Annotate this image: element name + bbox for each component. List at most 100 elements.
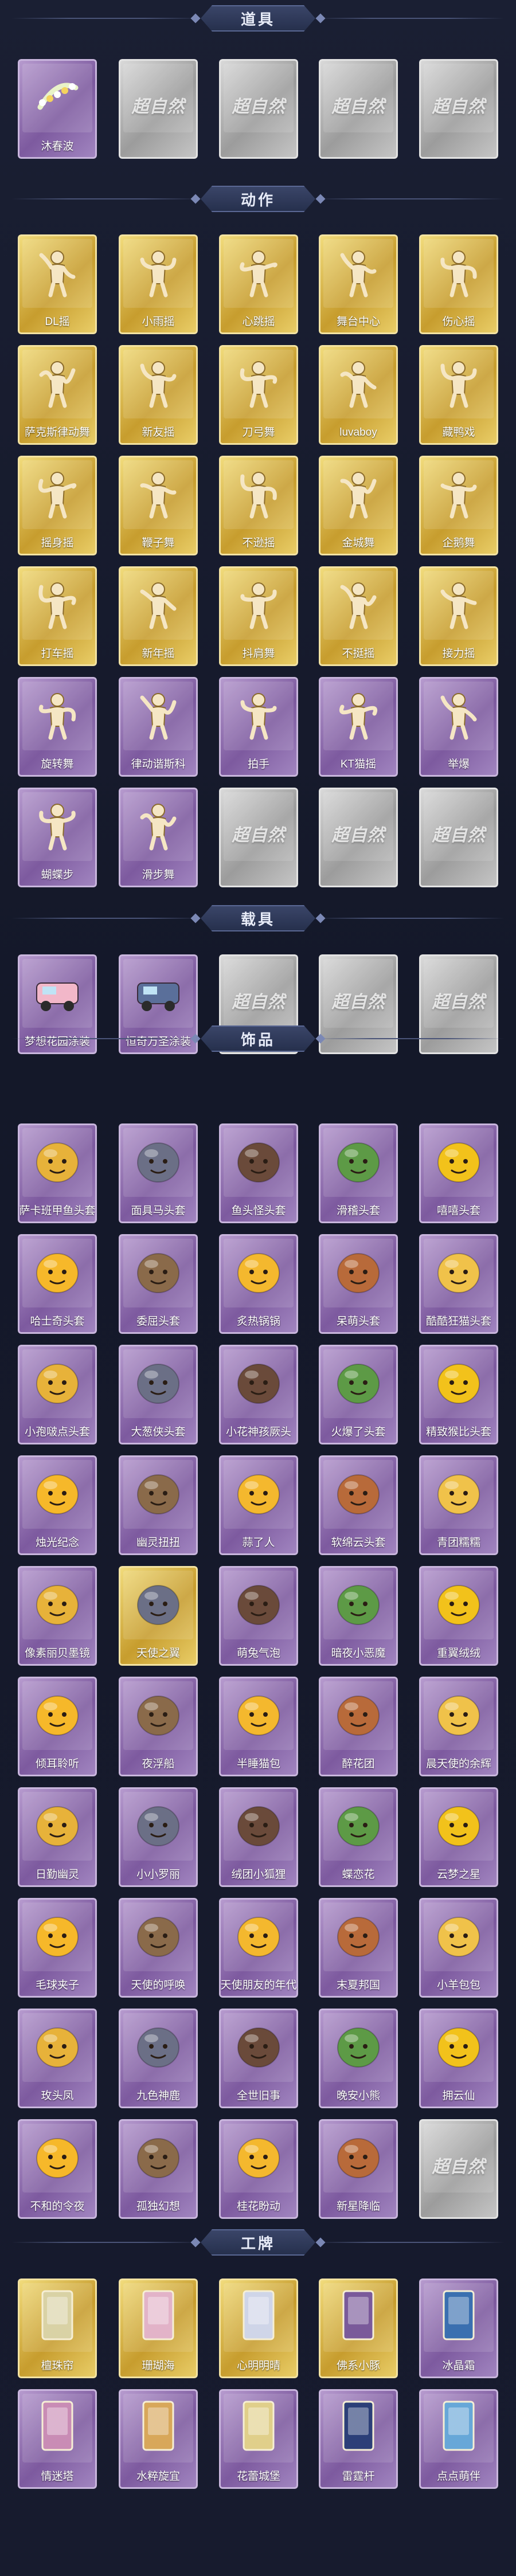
collection-item[interactable]: 情迷塔: [18, 2389, 97, 2489]
collection-item[interactable]: 软绵云头套: [319, 1455, 398, 1555]
collection-item[interactable]: 玫头凤: [18, 2009, 97, 2108]
collection-item[interactable]: 鞭子舞: [119, 456, 198, 555]
collection-item[interactable]: 不挺摇: [319, 566, 398, 666]
collection-item[interactable]: 天使朋友的年代: [219, 1898, 298, 1998]
collection-item[interactable]: 旋转舞: [18, 677, 97, 777]
collection-item[interactable]: 超自然: [219, 788, 298, 887]
collection-item[interactable]: 倾耳聆听: [18, 1677, 97, 1776]
collection-item[interactable]: 萨卡班甲鱼头套: [18, 1123, 97, 1223]
collection-item[interactable]: 心明明晴: [219, 2279, 298, 2378]
collection-item[interactable]: 心跳摇: [219, 234, 298, 334]
collection-item[interactable]: 嘻嘻头套: [419, 1123, 498, 1223]
card-glyph: [142, 2290, 174, 2340]
collection-item[interactable]: 藏鸭戏: [419, 345, 498, 445]
collection-item[interactable]: 半睡猫包: [219, 1677, 298, 1776]
collection-item[interactable]: 蝶恋花: [319, 1787, 398, 1887]
collection-item[interactable]: 云梦之星: [419, 1787, 498, 1887]
collection-item[interactable]: 孤独幻想: [119, 2119, 198, 2219]
collection-item[interactable]: 雷霆杆: [319, 2389, 398, 2489]
collection-item[interactable]: 夜浮船: [119, 1677, 198, 1776]
collection-item[interactable]: 不逊摇: [219, 456, 298, 555]
collection-item[interactable]: 冰晶霜: [419, 2279, 498, 2378]
collection-item[interactable]: 珊瑚海: [119, 2279, 198, 2378]
collection-item[interactable]: 超自然: [319, 788, 398, 887]
collection-item[interactable]: 暗夜小恶魔: [319, 1566, 398, 1666]
collection-item[interactable]: 拍手: [219, 677, 298, 777]
diamond-ornament-icon: [315, 194, 326, 204]
collection-item[interactable]: 摇身摇: [18, 456, 97, 555]
collection-item[interactable]: 晚安小熊: [319, 2009, 398, 2108]
collection-item[interactable]: 超自然: [119, 59, 198, 159]
collection-item[interactable]: 抖肩舞: [219, 566, 298, 666]
collection-item[interactable]: DL摇: [18, 234, 97, 334]
collection-item[interactable]: 鱼头怪头套: [219, 1123, 298, 1223]
collection-item[interactable]: 超自然: [419, 59, 498, 159]
collection-item[interactable]: 檀珠帘: [18, 2279, 97, 2378]
collection-item[interactable]: 晨天使的余辉: [419, 1677, 498, 1776]
collection-item[interactable]: KT猫摇: [319, 677, 398, 777]
collection-item[interactable]: 花蕾城堡: [219, 2389, 298, 2489]
collection-item[interactable]: 桂花盼动: [219, 2119, 298, 2219]
collection-item[interactable]: 小孢啵点头套: [18, 1345, 97, 1444]
collection-item[interactable]: luvaboy: [319, 345, 398, 445]
collection-item[interactable]: 打车摇: [18, 566, 97, 666]
collection-item[interactable]: 天使之翼: [119, 1566, 198, 1666]
item-name: 晨天使的余辉: [425, 1758, 491, 1770]
collection-item[interactable]: 末夏邦国: [319, 1898, 398, 1998]
collection-item[interactable]: 萨克斯律动舞: [18, 345, 97, 445]
collection-item[interactable]: 佛系小豚: [319, 2279, 398, 2378]
collection-item[interactable]: 绒团小狐狸: [219, 1787, 298, 1887]
collection-item[interactable]: 小花神孩厥头: [219, 1345, 298, 1444]
collection-item[interactable]: 火爆了头套: [319, 1345, 398, 1444]
collection-item[interactable]: 超自然: [219, 59, 298, 159]
collection-item[interactable]: 不和的令夜: [18, 2119, 97, 2219]
collection-item[interactable]: 小小罗丽: [119, 1787, 198, 1887]
collection-item[interactable]: 面具马头套: [119, 1123, 198, 1223]
collection-item[interactable]: 全世旧事: [219, 2009, 298, 2108]
collection-item[interactable]: 举爆: [419, 677, 498, 777]
collection-item[interactable]: 水粹旋宜: [119, 2389, 198, 2489]
collection-item[interactable]: 伤心摇: [419, 234, 498, 334]
collection-item[interactable]: 青团糯糯: [419, 1455, 498, 1555]
collection-item[interactable]: 企鹅舞: [419, 456, 498, 555]
collection-item[interactable]: 幽灵扭扭: [119, 1455, 198, 1555]
collection-item[interactable]: 超自然: [419, 788, 498, 887]
collection-item[interactable]: 拥云仙: [419, 2009, 498, 2108]
collection-item[interactable]: 醉花团: [319, 1677, 398, 1776]
collection-item[interactable]: 委屈头套: [119, 1234, 198, 1334]
collection-item[interactable]: 呆萌头套: [319, 1234, 398, 1334]
collection-item[interactable]: 点点萌伴: [419, 2389, 498, 2489]
collection-item[interactable]: 小羊包包: [419, 1898, 498, 1998]
collection-item[interactable]: 新年摇: [119, 566, 198, 666]
collection-item[interactable]: 炙热锅锅: [219, 1234, 298, 1334]
collection-item[interactable]: 滑稽头套: [319, 1123, 398, 1223]
collection-item[interactable]: 蒜了人: [219, 1455, 298, 1555]
collection-item[interactable]: 律动谐斯科: [119, 677, 198, 777]
collection-item[interactable]: 滑步舞: [119, 788, 198, 887]
collection-item[interactable]: 蝴蝶步: [18, 788, 97, 887]
collection-item[interactable]: 像素丽贝墨镜: [18, 1566, 97, 1666]
collection-item[interactable]: 接力摇: [419, 566, 498, 666]
collection-item[interactable]: 萌兔气泡: [219, 1566, 298, 1666]
collection-item[interactable]: 新友摇: [119, 345, 198, 445]
collection-item[interactable]: 九色神鹿: [119, 2009, 198, 2108]
collection-item[interactable]: 小雨摇: [119, 234, 198, 334]
collection-item[interactable]: 大葱侠头套: [119, 1345, 198, 1444]
collection-item[interactable]: 超自然: [419, 2119, 498, 2219]
collection-item[interactable]: 舞台中心: [319, 234, 398, 334]
collection-item[interactable]: 哈士奇头套: [18, 1234, 97, 1334]
collection-item[interactable]: 沐春波: [18, 59, 97, 159]
head-glyph: [36, 1253, 79, 1293]
collection-item[interactable]: 烛光纪念: [18, 1455, 97, 1555]
collection-item[interactable]: 重翼绒绒: [419, 1566, 498, 1666]
collection-item[interactable]: 金城舞: [319, 456, 398, 555]
collection-item[interactable]: 酷酷狂猫头套: [419, 1234, 498, 1334]
collection-item[interactable]: 超自然: [319, 59, 398, 159]
collection-item[interactable]: 精致猴比头套: [419, 1345, 498, 1444]
collection-item[interactable]: 毛球夹子: [18, 1898, 97, 1998]
collection-item[interactable]: 天使的呼唤: [119, 1898, 198, 1998]
section-title-plate: 饰品: [201, 1025, 315, 1052]
collection-item[interactable]: 刀弓舞: [219, 345, 298, 445]
collection-item[interactable]: 新星降临: [319, 2119, 398, 2219]
collection-item[interactable]: 日勤幽灵: [18, 1787, 97, 1887]
